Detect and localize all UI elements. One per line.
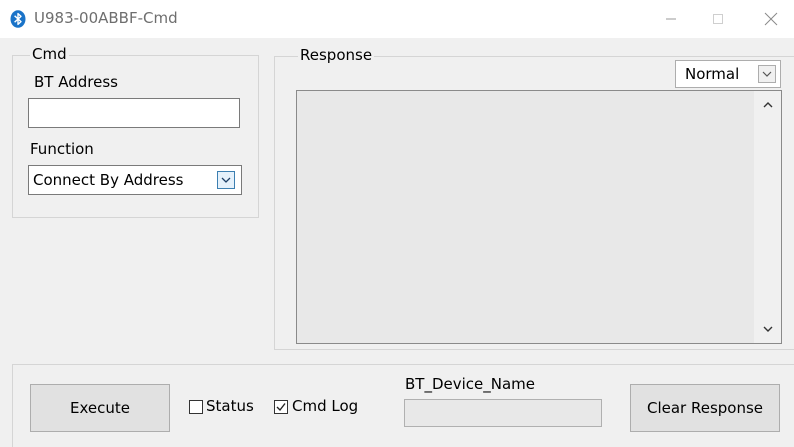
response-mode-dropdown[interactable]: Normal	[675, 60, 781, 88]
bluetooth-icon	[10, 10, 26, 28]
response-group-legend: Response	[298, 46, 375, 64]
chevron-down-icon	[221, 177, 231, 183]
response-scrollbar[interactable]	[754, 91, 781, 343]
cmd-group-legend: Cmd	[30, 45, 69, 63]
chevron-down-icon	[762, 71, 772, 77]
maximize-icon	[713, 14, 723, 24]
bt-address-label: BT Address	[34, 73, 118, 91]
minimize-icon	[666, 18, 676, 20]
cmd-log-checkbox[interactable]	[274, 400, 288, 414]
cmd-log-checkbox-label[interactable]: Cmd Log	[292, 397, 358, 415]
response-mode-dropdown-button[interactable]	[758, 65, 776, 83]
status-checkbox[interactable]	[189, 400, 203, 414]
bt-address-input[interactable]	[28, 98, 240, 128]
minimize-button[interactable]	[648, 0, 694, 38]
function-selected-value: Connect By Address	[33, 171, 184, 189]
bt-device-name-field[interactable]	[404, 399, 602, 427]
clear-response-button[interactable]: Clear Response	[630, 384, 780, 432]
response-mode-value: Normal	[685, 65, 740, 83]
scroll-down-button[interactable]	[754, 319, 781, 339]
status-checkbox-label[interactable]: Status	[206, 397, 254, 415]
checkmark-icon	[276, 403, 286, 412]
scroll-up-button[interactable]	[754, 95, 781, 115]
close-button[interactable]	[748, 0, 794, 38]
response-textarea[interactable]	[296, 90, 782, 344]
chevron-down-icon	[763, 326, 772, 332]
close-icon	[764, 12, 778, 26]
function-dropdown[interactable]: Connect By Address	[28, 165, 242, 195]
window-title: U983-00ABBF-Cmd	[34, 9, 178, 27]
maximize-button[interactable]	[695, 0, 741, 38]
bt-device-name-label: BT_Device_Name	[405, 375, 536, 393]
function-dropdown-button[interactable]	[217, 171, 235, 189]
chevron-up-icon	[763, 102, 772, 108]
execute-button[interactable]: Execute	[30, 384, 170, 432]
function-label: Function	[30, 140, 94, 158]
